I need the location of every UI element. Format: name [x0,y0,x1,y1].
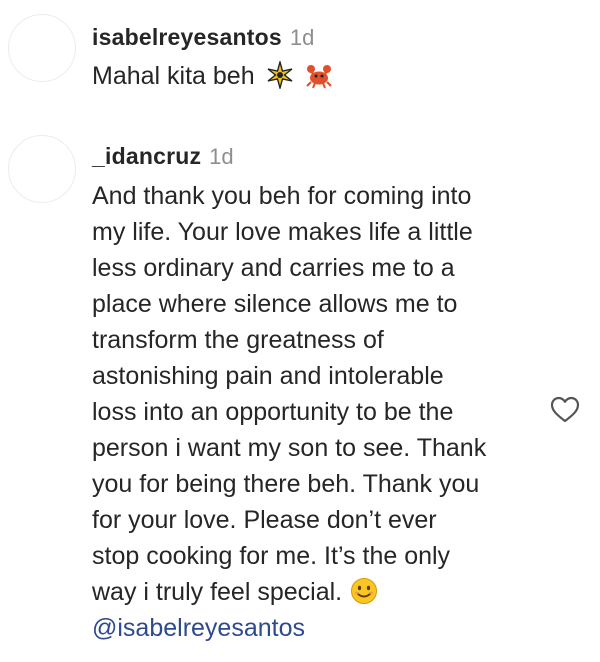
comment-text-line: astonishing pain and intolerable [92,362,444,390]
username[interactable]: _idancruz [92,143,201,169]
timestamp: 1d [289,25,315,50]
comment-meta: isabelreyesantos 1d [92,22,333,52]
comment-text-line: And thank you beh for coming into [92,182,472,210]
user-mention-link[interactable]: @isabelreyesantos [92,610,486,646]
username[interactable]: isabelreyesantos [92,24,282,50]
comment-text-line: less ordinary and carries me to a [92,254,455,282]
comment-text-line: loss into an opportunity to be the [92,398,454,426]
timestamp: 1d [209,144,234,169]
comment-text-line-last: way i truly feel special. [92,574,486,610]
comment-meta: _idancruz 1d [92,141,486,171]
sparkle-emoji-icon [267,61,292,89]
comment-text-line: person i want my son to see. Thank [92,434,487,462]
comment-text-line: my life. Your love makes life a little [92,218,473,246]
crab-emoji-icon [305,65,332,89]
avatar[interactable] [8,14,76,82]
comment-text-line: stop cooking for me. It’s the only [92,542,451,570]
comment-text: And thank you beh for coming into my lif… [92,178,486,646]
comment-text-line: transform the greatness of [92,326,384,354]
comment-text-content: Mahal kita beh [92,62,255,90]
comment-text-line: you for being there beh. Thank you [92,470,480,498]
comment-text: Mahal kita beh [92,58,333,94]
comment-text-line: for your love. Please don’t ever [92,506,437,534]
comment-text-line: place where silence allows me to [92,290,458,318]
comment-text-line: way i truly feel special. [92,578,343,606]
smiling-face-emoji-icon [351,578,378,604]
heart-outline-icon[interactable] [550,396,580,424]
avatar[interactable] [8,135,76,203]
